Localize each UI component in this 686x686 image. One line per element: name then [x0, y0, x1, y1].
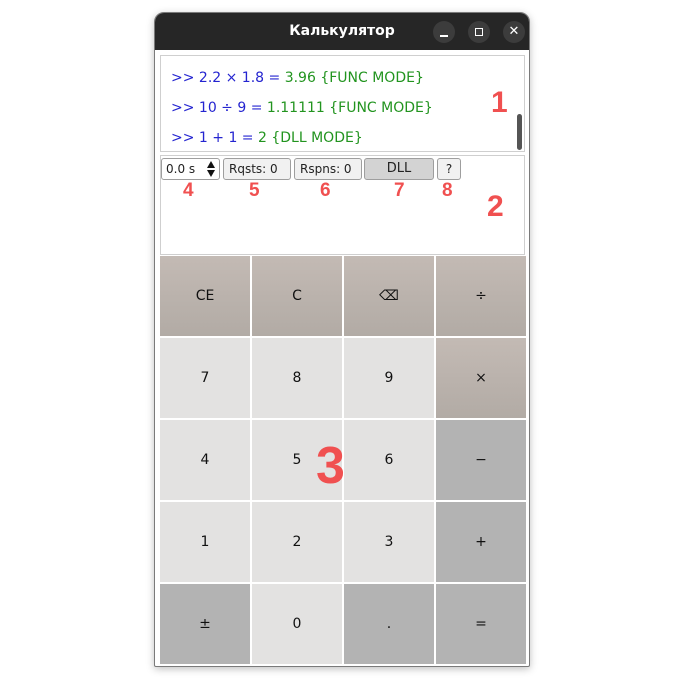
history-expression: >> 10 ÷ 9 = [171, 100, 267, 116]
calculator-window: Калькулятор ✕ >> 2.2 × 1.8 = 3.96 {FUNC … [154, 12, 530, 667]
history-entry: >> 1 + 1 = 2 {DLL MODE} [171, 130, 363, 146]
clear-button[interactable]: C [252, 256, 342, 336]
digit-0-button[interactable]: 0 [252, 584, 342, 664]
digit-8-button[interactable]: 8 [252, 338, 342, 418]
history-expression: >> 1 + 1 = [171, 130, 258, 146]
decimal-button[interactable]: . [344, 584, 434, 664]
multiply-button[interactable]: × [436, 338, 526, 418]
marker-2: 2 [487, 190, 504, 223]
equals-button[interactable]: = [436, 584, 526, 664]
maximize-button[interactable] [468, 21, 490, 43]
history-result: 2 {DLL MODE} [258, 130, 363, 146]
minimize-icon [440, 35, 448, 37]
history-panel[interactable]: >> 2.2 × 1.8 = 3.96 {FUNC MODE} >> 10 ÷ … [160, 55, 525, 152]
delay-spinbox[interactable]: 0.0 s [161, 158, 220, 180]
marker-3: 3 [316, 437, 345, 495]
keypad: CE C ⌫ ÷ 7 8 9 × 4 5 6 − 1 2 3 + ± 0 . =… [160, 256, 527, 665]
digit-4-button[interactable]: 4 [160, 420, 250, 500]
history-entry: >> 10 ÷ 9 = 1.11111 {FUNC MODE} [171, 100, 433, 116]
arrow-down-icon[interactable] [207, 170, 215, 177]
history-scrollbar[interactable] [517, 114, 522, 150]
digit-3-button[interactable]: 3 [344, 502, 434, 582]
close-icon: ✕ [508, 24, 520, 39]
history-result: 1.11111 {FUNC MODE} [266, 100, 433, 116]
minus-button[interactable]: − [436, 420, 526, 500]
history-expression: >> 2.2 × 1.8 = [171, 70, 285, 86]
spin-arrows[interactable] [207, 161, 216, 177]
clear-entry-button[interactable]: CE [160, 256, 250, 336]
digit-7-button[interactable]: 7 [160, 338, 250, 418]
history-entry: >> 2.2 × 1.8 = 3.96 {FUNC MODE} [171, 70, 424, 86]
minimize-button[interactable] [433, 21, 455, 43]
title-bar: Калькулятор ✕ [155, 13, 529, 50]
divide-button[interactable]: ÷ [436, 256, 526, 336]
marker-8: 8 [442, 180, 453, 201]
marker-1: 1 [491, 86, 508, 119]
digit-2-button[interactable]: 2 [252, 502, 342, 582]
delay-value: 0.0 s [166, 162, 196, 176]
marker-5: 5 [249, 180, 260, 201]
marker-7: 7 [394, 180, 405, 201]
responses-counter: Rspns: 0 [294, 158, 362, 180]
digit-6-button[interactable]: 6 [344, 420, 434, 500]
control-panel: 0.0 s Rqsts: 0 Rspns: 0 DLL ? 4 5 6 7 8 … [160, 155, 525, 255]
plus-button[interactable]: + [436, 502, 526, 582]
mode-button[interactable]: DLL [364, 158, 434, 180]
close-button[interactable]: ✕ [503, 21, 525, 43]
digit-9-button[interactable]: 9 [344, 338, 434, 418]
marker-6: 6 [320, 180, 331, 201]
sign-toggle-button[interactable]: ± [160, 584, 250, 664]
digit-1-button[interactable]: 1 [160, 502, 250, 582]
backspace-icon: ⌫ [379, 288, 399, 304]
help-button[interactable]: ? [437, 158, 461, 180]
requests-counter: Rqsts: 0 [223, 158, 291, 180]
arrow-up-icon[interactable] [207, 161, 215, 168]
marker-4: 4 [183, 180, 194, 201]
history-result: 3.96 {FUNC MODE} [284, 70, 424, 86]
maximize-icon [475, 28, 483, 36]
backspace-button[interactable]: ⌫ [344, 256, 434, 336]
